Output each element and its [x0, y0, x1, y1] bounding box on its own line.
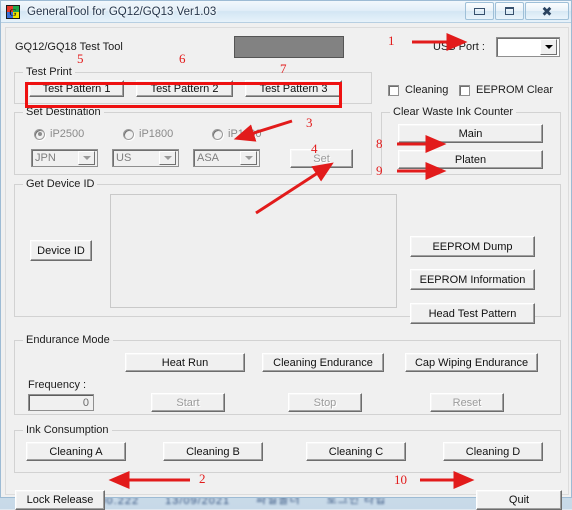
frequency-label: Frequency :: [28, 379, 87, 391]
heat-run-button[interactable]: Heat Run: [125, 353, 245, 372]
chevron-down-icon[interactable]: [78, 151, 95, 165]
destination-combo-asa[interactable]: ASA: [193, 149, 260, 167]
radio-icon: [34, 128, 45, 140]
title-bar: G GeneralTool for GQ12/GQ13 Ver1.03 ✖: [1, 1, 571, 23]
radio-ip1100[interactable]: iP1100: [212, 128, 261, 140]
window-controls: ✖: [464, 2, 569, 20]
cleaning-d-button[interactable]: Cleaning D: [443, 442, 543, 461]
checkbox-icon: [388, 84, 399, 96]
cleaning-c-button[interactable]: Cleaning C: [306, 442, 406, 461]
eeprom-clear-checkbox[interactable]: EEPROM Clear: [459, 84, 553, 96]
stop-button[interactable]: Stop: [288, 393, 362, 412]
cleaning-checkbox[interactable]: Cleaning: [388, 84, 448, 96]
radio-ip1800[interactable]: iP1800: [123, 128, 173, 140]
frequency-input[interactable]: 0: [28, 394, 94, 411]
device-id-button[interactable]: Device ID: [30, 240, 92, 261]
minimize-button[interactable]: [465, 2, 494, 20]
head-test-pattern-button[interactable]: Head Test Pattern: [410, 303, 535, 324]
usb-port-label: USB Port :: [433, 41, 485, 53]
destination-combo-us-value: US: [116, 152, 132, 164]
clear-waste-ink-title: Clear Waste Ink Counter: [390, 106, 517, 118]
radio-ip2500[interactable]: iP2500: [34, 128, 84, 140]
get-device-id-title: Get Device ID: [23, 178, 98, 190]
cleaning-b-button[interactable]: Cleaning B: [163, 442, 263, 461]
eeprom-dump-button[interactable]: EEPROM Dump: [410, 236, 535, 257]
lock-release-button[interactable]: Lock Release: [15, 490, 105, 510]
device-id-output[interactable]: [110, 194, 397, 308]
eeprom-information-button[interactable]: EEPROM Information: [410, 269, 535, 290]
destination-combo-us[interactable]: US: [112, 149, 179, 167]
window-title: GeneralTool for GQ12/GQ13 Ver1.03: [27, 5, 217, 18]
status-display-box: [234, 36, 344, 58]
cap-wiping-endurance-button[interactable]: Cap Wiping Endurance: [405, 353, 538, 372]
test-print-title: Test Print: [23, 66, 75, 78]
radio-icon: [123, 128, 134, 140]
eeprom-clear-checkbox-label: EEPROM Clear: [476, 84, 554, 96]
clear-waste-ink-main-button[interactable]: Main: [398, 124, 543, 143]
cleaning-endurance-button[interactable]: Cleaning Endurance: [262, 353, 384, 372]
quit-button[interactable]: Quit: [476, 490, 562, 510]
chevron-down-icon[interactable]: [159, 151, 176, 165]
maximize-button[interactable]: [495, 2, 524, 20]
chevron-down-icon[interactable]: [540, 39, 557, 55]
close-button[interactable]: ✖: [525, 2, 569, 20]
radio-icon: [212, 128, 223, 140]
destination-combo-jpn[interactable]: JPN: [31, 149, 98, 167]
set-destination-title: Set Destination: [23, 106, 104, 118]
maximize-icon: [505, 7, 514, 15]
destination-combo-jpn-value: JPN: [35, 152, 56, 164]
test-pattern-1-button[interactable]: Test Pattern 1: [29, 80, 124, 97]
cleaning-a-button[interactable]: Cleaning A: [26, 442, 126, 461]
chevron-down-icon[interactable]: [240, 151, 257, 165]
test-pattern-2-button[interactable]: Test Pattern 2: [136, 80, 233, 97]
reset-button[interactable]: Reset: [430, 393, 504, 412]
radio-ip1800-label: iP1800: [139, 128, 174, 140]
svg-text:G: G: [9, 8, 16, 19]
start-button[interactable]: Start: [151, 393, 225, 412]
radio-ip1100-label: iP1100: [228, 128, 262, 140]
radio-ip2500-label: iP2500: [50, 128, 85, 140]
close-icon: ✖: [541, 3, 553, 19]
cleaning-checkbox-label: Cleaning: [405, 84, 449, 96]
endurance-mode-title: Endurance Mode: [23, 334, 113, 346]
ink-consumption-title: Ink Consumption: [23, 424, 112, 436]
tool-title-label: GQ12/GQ18 Test Tool: [15, 41, 123, 53]
minimize-icon: [474, 7, 485, 15]
application-window: G GeneralTool for GQ12/GQ13 Ver1.03 ✖ GQ…: [0, 0, 572, 510]
app-logo-icon: G: [6, 4, 20, 19]
checkbox-icon: [459, 84, 470, 96]
usb-port-select[interactable]: [496, 37, 560, 57]
test-pattern-3-button[interactable]: Test Pattern 3: [245, 80, 342, 97]
client-area: GQ12/GQ18 Test Tool USB Port : Test Prin…: [5, 27, 569, 510]
set-destination-button[interactable]: Set: [290, 149, 353, 168]
destination-combo-asa-value: ASA: [197, 152, 220, 164]
clear-waste-ink-platen-button[interactable]: Platen: [398, 150, 543, 169]
